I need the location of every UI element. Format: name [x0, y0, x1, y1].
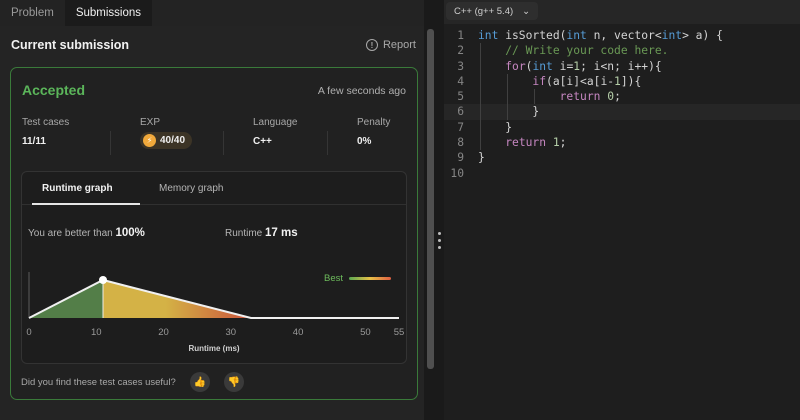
code-line[interactable]: 1 int isSorted(int n, vector<int> a) { [444, 28, 800, 43]
runtime-graph-card: Runtime graph Memory graph You are bette… [21, 171, 407, 364]
lightning-icon: ⚡ [143, 134, 156, 147]
tab-problem[interactable]: Problem [0, 0, 65, 26]
code-editor-panel: C++ (g++ 5.4) ⌄ 1 int isSorted(int n, vec… [444, 0, 800, 420]
code-line[interactable]: 3 for(int i=1; i<n; i++){ [444, 59, 800, 74]
x-tick-label: 20 [158, 327, 169, 338]
code-text: } [478, 105, 540, 119]
x-tick-label: 55 [394, 327, 405, 338]
drag-handle-icon[interactable] [438, 232, 442, 249]
line-number: 4 [457, 74, 464, 88]
feedback-question: Did you find these test cases useful? [21, 376, 176, 388]
panel-header: Current submission ! Report [11, 38, 416, 52]
thumbs-down-button[interactable]: 👎 [223, 372, 244, 392]
left-panel: Problem Submissions Current submission !… [0, 0, 424, 420]
stats-row: Test cases 11/11 EXP ⚡ 40/40 Language C+… [11, 117, 419, 157]
code-text: return 1; [505, 136, 567, 150]
stat-label: Language [253, 117, 298, 128]
stat-penalty: Penalty 0% [357, 117, 390, 157]
marker-point [99, 276, 107, 284]
runtime-chart: 0 10 20 30 40 50 55 Runtime (ms) [26, 272, 405, 353]
panel-title: Current submission [11, 38, 130, 52]
indent-guide [507, 73, 508, 120]
line-number: 2 [457, 44, 464, 58]
submission-panel: Current submission ! Report Accepted A f… [0, 26, 424, 420]
divider [223, 131, 224, 155]
indent-guide [480, 43, 481, 151]
divider [110, 131, 111, 155]
code-line[interactable]: 6 } [444, 104, 800, 120]
feedback-row: Did you find these test cases useful? 👍 … [21, 372, 244, 392]
stat-value: 11/11 [22, 136, 46, 147]
problem-tabs: Problem Submissions [0, 0, 424, 26]
chevron-down-icon: ⌄ [522, 5, 531, 17]
line-number: 1 [457, 29, 464, 42]
code-line[interactable]: 9} [444, 150, 800, 165]
stat-value: 0% [357, 136, 372, 147]
code-text: for(int i=1; i<n; i++){ [505, 59, 662, 73]
stat-value: C++ [253, 136, 272, 147]
stat-exp: EXP ⚡ 40/40 [140, 117, 193, 157]
stat-label: Test cases [22, 117, 70, 128]
x-tick-label: 30 [226, 327, 237, 338]
stat-language: Language C++ [253, 117, 298, 157]
info-icon: ! [365, 39, 378, 51]
tab-submissions[interactable]: Submissions [64, 0, 153, 26]
panel-splitter[interactable] [436, 0, 444, 420]
code-line[interactable]: 2 // Write your code here. [444, 43, 800, 58]
code-line[interactable]: 5 return 0; [444, 89, 800, 104]
divider [327, 131, 328, 155]
exp-value: 40/40 [160, 135, 186, 146]
x-tick-label: 10 [91, 327, 102, 338]
line-number: 3 [457, 59, 464, 73]
code-text: } [478, 151, 485, 165]
line-number: 8 [457, 136, 464, 150]
code-line[interactable]: 8 return 1; [444, 135, 800, 150]
result-card: Accepted A few seconds ago Test cases 11… [10, 67, 418, 400]
report-button[interactable]: ! Report [365, 39, 416, 51]
exp-badge: ⚡ 40/40 [140, 132, 193, 149]
x-tick-label: 40 [293, 327, 304, 338]
code-line[interactable]: 4 if(a[i]<a[i-1]){ [444, 74, 800, 89]
x-tick-label: 0 [26, 327, 31, 338]
line-number: 5 [457, 90, 464, 104]
code-area[interactable]: 1 int isSorted(int n, vector<int> a) {2 /… [444, 28, 800, 181]
submission-time: A few seconds ago [317, 85, 406, 97]
line-number: 7 [457, 120, 464, 134]
code-text: } [478, 120, 513, 134]
x-axis-label: Runtime (ms) [188, 344, 239, 353]
line-number: 9 [457, 151, 464, 165]
language-select[interactable]: C++ (g++ 5.4) ⌄ [446, 2, 539, 20]
stat-test-cases: Test cases 11/11 [22, 117, 69, 157]
x-tick-label: 50 [360, 327, 371, 338]
line-number: 6 [457, 105, 464, 119]
status-label: Accepted [22, 82, 86, 98]
stat-label: Penalty [357, 117, 391, 128]
stat-label: EXP [140, 117, 161, 128]
code-text: return 0; [559, 90, 621, 104]
code-text: // Write your code here. [505, 44, 669, 58]
report-label: Report [382, 39, 416, 51]
code-line[interactable]: 7 } [444, 120, 800, 135]
code-text: if(a[i]<a[i-1]){ [532, 74, 642, 88]
code-line[interactable]: 10 [444, 166, 800, 181]
line-number: 10 [450, 166, 464, 180]
language-select-value: C++ (g++ 5.4) [454, 5, 514, 17]
editor-toolbar: C++ (g++ 5.4) ⌄ [444, 0, 800, 24]
thumbs-up-button[interactable]: 👍 [189, 372, 210, 392]
code-text: int isSorted(int n, vector<int> a) { [478, 29, 723, 42]
panel-scrollbar[interactable] [427, 29, 434, 369]
indent-guide [534, 89, 535, 105]
